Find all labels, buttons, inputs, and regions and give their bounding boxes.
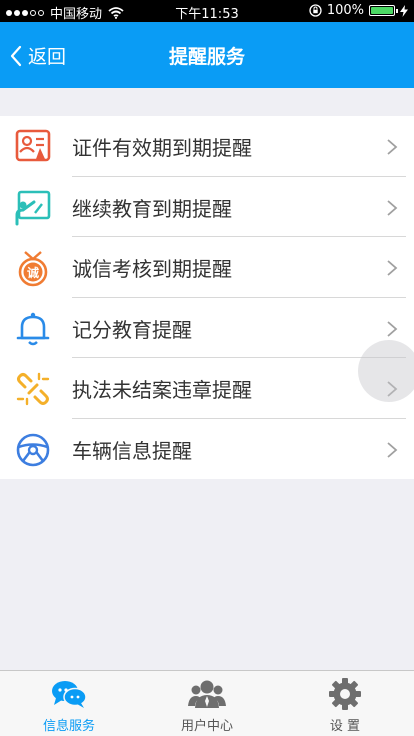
list-item-label: 记分教育提醒: [72, 317, 192, 342]
list-item-integrity-assessment[interactable]: 诚 诚信考核到期提醒: [0, 237, 414, 298]
broken-link-icon: [16, 372, 50, 406]
tab-label: 用户中心: [180, 719, 233, 734]
list-item-label: 执法未结案违章提醒: [72, 378, 252, 402]
chat-bubbles-icon: [52, 681, 87, 708]
charging-icon: [400, 4, 408, 17]
tab-bar: 信息服务 用户中心 设 置: [0, 670, 414, 736]
list-item-points-education[interactable]: 记分教育提醒: [0, 298, 414, 358]
list-item-label: 证件有效期到期提醒: [72, 136, 252, 160]
reminder-list: 证件有效期到期提醒 继续教育到期提醒 诚 诚信考核到期提醒 记分教育提醒 执法未…: [0, 116, 414, 479]
list-item-unresolved-violations[interactable]: 执法未结案违章提醒: [0, 358, 414, 419]
chevron-right-icon: [387, 320, 398, 337]
tab-label: 信息服务: [42, 719, 95, 734]
chevron-right-icon: [387, 260, 398, 276]
tab-label: 设 置: [329, 719, 361, 734]
steering-wheel-icon: [16, 433, 50, 466]
tab-info-service[interactable]: 信息服务: [0, 671, 138, 736]
gear-icon: [329, 678, 361, 710]
battery-icon: [369, 5, 398, 16]
education-icon: [15, 190, 51, 225]
back-button[interactable]: 返回: [10, 42, 66, 69]
status-bar: 中国移动 下午11:53 100%: [0, 0, 414, 22]
list-item-label: 继续教育到期提醒: [72, 196, 232, 221]
back-label: 返回: [28, 46, 67, 68]
chevron-right-icon: [387, 199, 398, 216]
users-icon: [188, 680, 226, 708]
tab-settings[interactable]: 设 置: [276, 671, 414, 736]
nav-bar: 返回 提醒服务: [0, 22, 414, 88]
chevron-left-icon: [10, 45, 22, 66]
assistive-touch-button[interactable]: [358, 340, 414, 402]
chevron-right-icon: [387, 441, 398, 458]
tab-user-center[interactable]: 用户中心: [138, 671, 276, 736]
list-item-label: 车辆信息提醒: [72, 438, 192, 463]
orientation-lock-icon: [309, 4, 322, 17]
bell-icon: [16, 312, 50, 345]
list-item-certificate-expiry[interactable]: 证件有效期到期提醒: [0, 116, 414, 177]
status-right: 100%: [309, 3, 408, 18]
certificate-icon: [15, 129, 51, 162]
chevron-right-icon: [387, 139, 398, 155]
integrity-badge-icon: 诚: [18, 251, 48, 287]
battery-percent: 100%: [326, 3, 364, 18]
list-item-vehicle-info[interactable]: 车辆信息提醒: [0, 419, 414, 480]
list-item-label: 诚信考核到期提醒: [72, 257, 232, 281]
list-item-continuing-education[interactable]: 继续教育到期提醒: [0, 177, 414, 237]
svg-text:诚: 诚: [27, 265, 39, 280]
